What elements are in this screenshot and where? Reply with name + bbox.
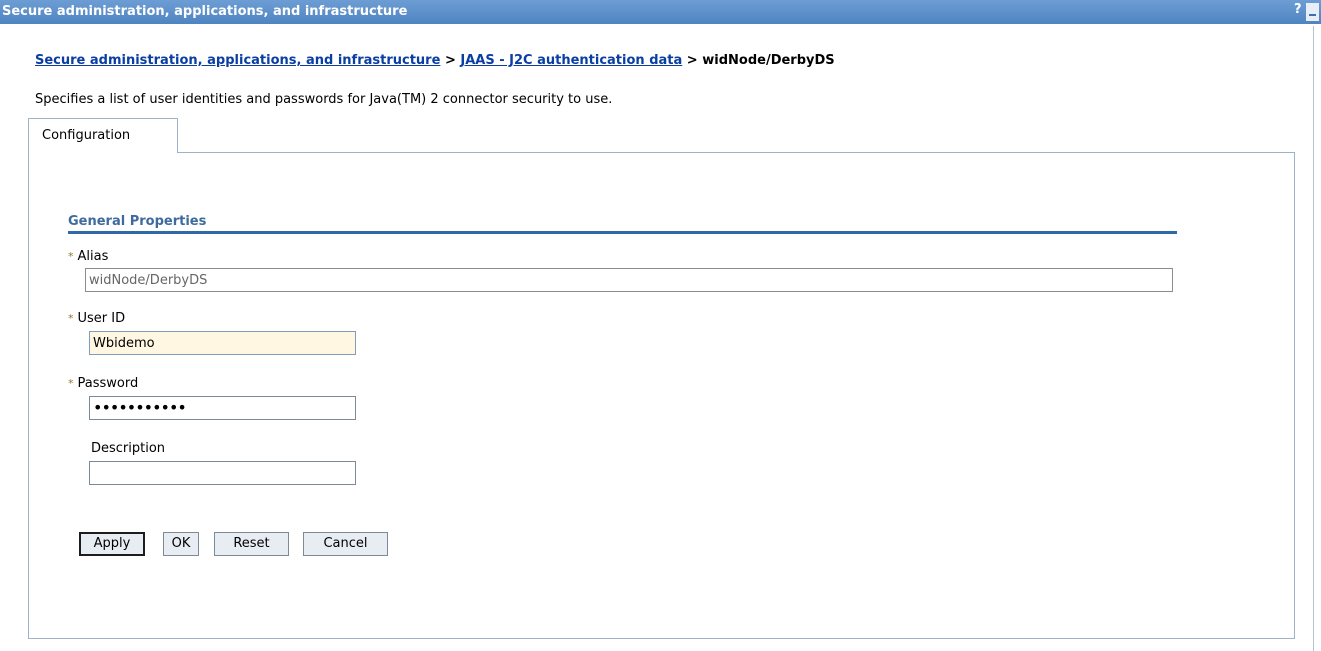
password-field[interactable] xyxy=(89,396,356,420)
description-field[interactable] xyxy=(89,461,356,485)
window-title: Secure administration, applications, and… xyxy=(2,4,408,19)
user-id-field[interactable] xyxy=(89,331,356,355)
tab-label: Configuration xyxy=(42,128,131,143)
breadcrumb-link-jaas-j2c[interactable]: JAAS - J2C authentication data xyxy=(460,53,682,68)
breadcrumb-current: widNode/DerbyDS xyxy=(702,53,835,68)
page-description: Specifies a list of user identities and … xyxy=(35,92,613,107)
reset-button[interactable]: Reset xyxy=(214,532,289,556)
user-id-label: * User ID xyxy=(68,311,126,326)
apply-button[interactable]: Apply xyxy=(79,532,145,556)
breadcrumb-link-secure-administration[interactable]: Secure administration, applications, and… xyxy=(35,53,440,68)
password-label: * Password xyxy=(68,376,139,391)
ok-button[interactable]: OK xyxy=(163,532,199,556)
minimize-icon[interactable] xyxy=(1306,3,1319,21)
breadcrumb: Secure administration, applications, and… xyxy=(35,53,835,68)
required-icon: * xyxy=(68,377,74,390)
breadcrumb-separator: > xyxy=(444,53,456,68)
description-label: Description xyxy=(91,441,166,456)
required-icon: * xyxy=(68,312,74,325)
section-title: General Properties xyxy=(68,214,207,229)
alias-field[interactable] xyxy=(85,268,1173,292)
scroll-divider xyxy=(1313,26,1314,651)
breadcrumb-separator: > xyxy=(686,53,698,68)
cancel-button[interactable]: Cancel xyxy=(303,532,388,556)
help-icon[interactable]: ? xyxy=(1294,2,1302,17)
alias-label: * Alias xyxy=(68,249,109,264)
tab-configuration[interactable]: Configuration xyxy=(28,118,178,153)
window-titlebar: Secure administration, applications, and… xyxy=(0,0,1321,24)
section-divider xyxy=(68,231,1177,234)
required-icon: * xyxy=(68,250,74,263)
